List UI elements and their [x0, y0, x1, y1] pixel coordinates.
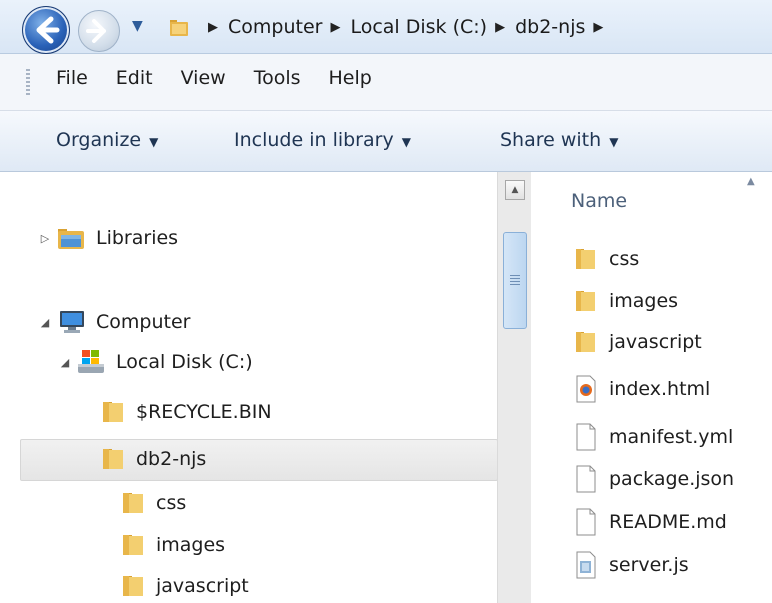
computer-icon — [60, 311, 84, 333]
tree-item-javascript[interactable]: javascript — [120, 570, 249, 602]
back-button[interactable] — [22, 6, 70, 54]
command-bar: Organize ▼ Include in library ▼ Share with… — [0, 111, 772, 172]
local-disk-icon — [78, 350, 104, 373]
breadcrumb: ▶ Computer ▶ Local Disk (C:) ▶ db2-njs ▶ — [200, 12, 613, 42]
tree-item-css[interactable]: css — [120, 487, 186, 519]
tree-item-computer[interactable]: ◢ Computer — [38, 306, 190, 338]
file-icon — [576, 508, 596, 536]
folder-icon — [576, 332, 595, 352]
tree-label: css — [156, 492, 187, 514]
breadcrumb-item[interactable]: Local Disk (C:) — [350, 16, 487, 38]
back-arrow-icon — [36, 16, 60, 44]
tree-item-images[interactable]: images — [120, 529, 225, 561]
script-file-icon — [576, 551, 596, 579]
dropdown-arrow-icon: ▼ — [609, 135, 619, 149]
file-name: images — [609, 290, 679, 312]
file-name: package.json — [609, 468, 735, 490]
folder-icon — [103, 449, 123, 469]
file-name: css — [609, 248, 640, 270]
html-file-icon — [576, 375, 596, 403]
collapse-arrow-icon[interactable]: ◢ — [58, 356, 72, 369]
tree-label: Libraries — [96, 227, 179, 249]
menu-view[interactable]: View — [181, 67, 226, 89]
file-list: Name ▲ css images javascript index.html … — [531, 172, 772, 603]
file-row-package-json[interactable]: package.json — [575, 462, 734, 496]
file-name: server.js — [609, 554, 689, 576]
recent-pages-dropdown-icon[interactable]: ▼ — [132, 18, 148, 38]
tree-label: $RECYCLE.BIN — [136, 401, 272, 423]
file-row-javascript[interactable]: javascript — [575, 325, 702, 359]
sort-arrow-icon: ▲ — [747, 176, 755, 187]
file-icon — [576, 423, 596, 451]
breadcrumb-arrow-icon[interactable]: ▶ — [208, 20, 218, 35]
scroll-grip-icon — [510, 275, 520, 285]
libraries-icon — [58, 229, 84, 249]
tree-item-db2-njs[interactable]: db2-njs — [100, 443, 206, 475]
menu-file[interactable]: File — [56, 67, 88, 89]
dropdown-arrow-icon: ▼ — [401, 135, 411, 149]
nav-scrollbar[interactable]: ▲ — [497, 172, 532, 603]
forward-button[interactable] — [78, 10, 120, 52]
folder-icon — [576, 249, 595, 269]
file-row-index-html[interactable]: index.html — [575, 372, 710, 406]
file-row-manifest-yml[interactable]: manifest.yml — [575, 420, 733, 454]
organize-button[interactable]: Organize ▼ — [56, 129, 158, 151]
file-name: README.md — [609, 511, 727, 533]
tree-item-libraries[interactable]: ▷ Libraries — [38, 222, 178, 254]
address-bar: ▼ ▶ Computer ▶ Local Disk (C:) ▶ db2-njs… — [0, 0, 772, 54]
tree-item-local-disk[interactable]: ◢ Local Disk (C:) — [58, 346, 253, 378]
tree-label: db2-njs — [136, 448, 207, 470]
folder-icon — [123, 493, 143, 513]
folder-icon — [103, 402, 123, 422]
breadcrumb-item[interactable]: Computer — [228, 16, 322, 38]
dropdown-arrow-icon: ▼ — [149, 135, 159, 149]
menu-help[interactable]: Help — [329, 67, 372, 89]
forward-arrow-icon — [86, 19, 106, 43]
scroll-thumb[interactable] — [503, 232, 527, 329]
folder-icon — [123, 535, 143, 555]
menu-edit[interactable]: Edit — [116, 67, 153, 89]
selection-highlight — [20, 439, 498, 481]
folder-icon — [576, 291, 595, 311]
file-row-readme-md[interactable]: README.md — [575, 505, 727, 539]
file-name: javascript — [609, 331, 702, 353]
folder-icon — [170, 20, 188, 36]
expand-arrow-icon[interactable]: ▷ — [38, 232, 52, 245]
file-row-css[interactable]: css — [575, 242, 639, 276]
navigation-pane: ▷ Libraries ◢ Computer ◢ Local Disk (C:)… — [0, 172, 498, 603]
file-row-server-js[interactable]: server.js — [575, 548, 689, 582]
file-icon — [576, 465, 596, 493]
collapse-arrow-icon[interactable]: ◢ — [38, 316, 52, 329]
menu-tools[interactable]: Tools — [254, 67, 301, 89]
file-row-images[interactable]: images — [575, 284, 678, 318]
include-in-library-button[interactable]: Include in library ▼ — [234, 129, 411, 151]
breadcrumb-arrow-icon[interactable]: ▶ — [330, 20, 340, 35]
folder-icon — [123, 576, 143, 596]
tree-label: Computer — [96, 311, 191, 333]
column-header-name[interactable]: Name — [571, 190, 627, 212]
tree-label: Local Disk (C:) — [116, 351, 253, 373]
breadcrumb-arrow-icon[interactable]: ▶ — [593, 20, 603, 35]
share-with-label: Share with — [500, 129, 602, 151]
organize-label: Organize — [56, 129, 142, 151]
tree-item-recycle-bin[interactable]: $RECYCLE.BIN — [100, 396, 272, 428]
tree-label: javascript — [156, 575, 249, 597]
share-with-button[interactable]: Share with ▼ — [500, 129, 618, 151]
toolbar-grip-icon[interactable] — [26, 69, 30, 95]
file-name: index.html — [609, 378, 711, 400]
menu-bar: File Edit View Tools Help — [0, 54, 772, 111]
breadcrumb-arrow-icon[interactable]: ▶ — [495, 20, 505, 35]
breadcrumb-item[interactable]: db2-njs — [515, 16, 585, 38]
include-in-library-label: Include in library — [234, 129, 394, 151]
scroll-up-button[interactable]: ▲ — [505, 180, 525, 200]
file-name: manifest.yml — [609, 426, 734, 448]
tree-label: images — [156, 534, 226, 556]
